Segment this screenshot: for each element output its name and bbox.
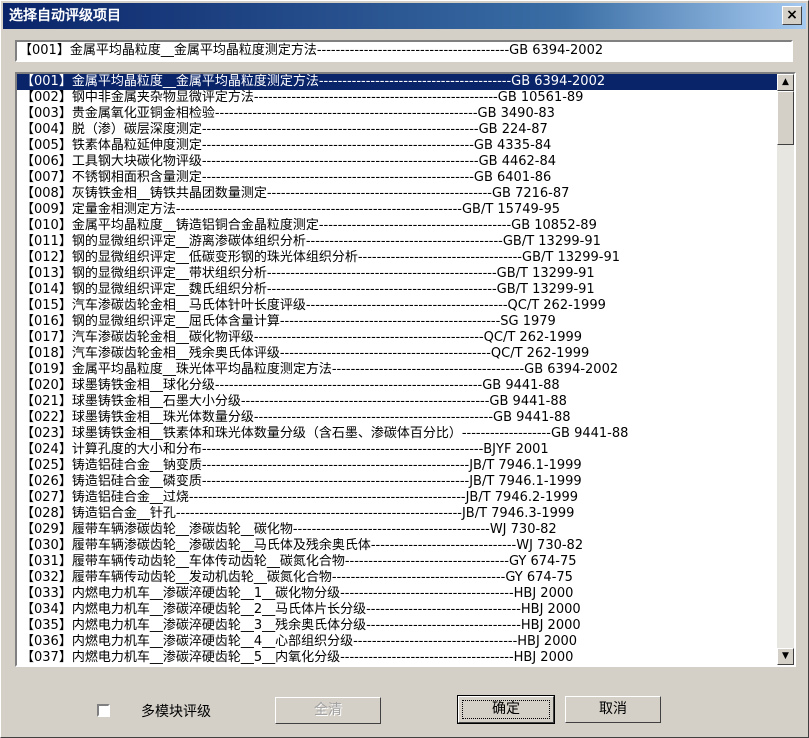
list-item[interactable]: 【027】铸造铝硅合金__过烧-------------------------… bbox=[17, 490, 777, 506]
list-item[interactable]: 【006】工具钢大块碳化物评级-------------------------… bbox=[17, 154, 777, 170]
list-item[interactable]: 【017】汽车渗碳齿轮金相__碳化物评级--------------------… bbox=[17, 330, 777, 346]
list-item[interactable]: 【021】球墨铸铁金相__石墨大小分级---------------------… bbox=[17, 394, 777, 410]
assessment-item-list[interactable]: 【001】金属平均晶粒度__金属平均晶粒度测定方法---------------… bbox=[15, 72, 796, 667]
window-title: 选择自动评级项目 bbox=[9, 8, 121, 24]
list-item[interactable]: 【016】钢的显微组织评定__屈氏体含量计算------------------… bbox=[17, 314, 777, 330]
list-item[interactable]: 【002】钢中非金属夹杂物显微评定方法---------------------… bbox=[17, 90, 777, 106]
list-item[interactable]: 【015】汽车渗碳齿轮金相__马氏体针叶长度评级----------------… bbox=[17, 298, 777, 314]
vertical-scrollbar[interactable]: ▲ ▼ bbox=[777, 74, 794, 665]
list-item[interactable]: 【024】计算孔度的大小和分布-------------------------… bbox=[17, 442, 777, 458]
list-item[interactable]: 【005】铁素体晶粒延伸度测定-------------------------… bbox=[17, 138, 777, 154]
list-item[interactable]: 【013】钢的显微组织评定__带状组织分析-------------------… bbox=[17, 266, 777, 282]
list-item[interactable]: 【007】不锈钢相面积含量测定-------------------------… bbox=[17, 170, 777, 186]
list-item[interactable]: 【037】内燃电力机车__渗碳淬硬齿轮__5__内氧化分级-----------… bbox=[17, 650, 777, 665]
list-item[interactable]: 【008】灰铸铁金相__铸铁共晶团数量测定-------------------… bbox=[17, 186, 777, 202]
cancel-button[interactable]: 取消 bbox=[565, 696, 661, 723]
list-item[interactable]: 【028】铸造铝合金__针孔--------------------------… bbox=[17, 506, 777, 522]
selected-item-field[interactable]: 【001】金属平均晶粒度__金属平均晶粒度测定方法---------------… bbox=[15, 40, 793, 62]
list-item[interactable]: 【035】内燃电力机车__渗碳淬硬齿轮__3__残余奥氏体分级---------… bbox=[17, 618, 777, 634]
list-item[interactable]: 【004】脱（渗）碳层深度测定-------------------------… bbox=[17, 122, 777, 138]
scroll-thumb[interactable] bbox=[777, 91, 794, 145]
list-item[interactable]: 【036】内燃电力机车__渗碳淬硬齿轮__4__心部组织分级----------… bbox=[17, 634, 777, 650]
dialog-window: 选择自动评级项目 × 【001】金属平均晶粒度__金属平均晶粒度测定方法----… bbox=[0, 0, 809, 738]
ok-button[interactable]: 确定 bbox=[457, 695, 555, 724]
scroll-up-icon[interactable]: ▲ bbox=[777, 74, 794, 91]
list-item[interactable]: 【023】球墨铸铁金相__铁素体和珠光体数量分级（含石墨、渗碳体百分比）----… bbox=[17, 426, 777, 442]
list-item[interactable]: 【032】履带车辆传动齿轮__发动机齿轮__碳氮化合物-------------… bbox=[17, 570, 777, 586]
close-button[interactable]: × bbox=[782, 6, 802, 25]
list-item[interactable]: 【031】履带车辆传动齿轮__车体传动齿轮__碳氮化合物------------… bbox=[17, 554, 777, 570]
list-item[interactable]: 【012】钢的显微组织评定__低碳变形钢的珠光体组织分析------------… bbox=[17, 250, 777, 266]
list-item[interactable]: 【025】铸造铝硅合金__钠变质------------------------… bbox=[17, 458, 777, 474]
list-item[interactable]: 【019】金属平均晶粒度__珠光体平均晶粒度测定方法--------------… bbox=[17, 362, 777, 378]
list-item[interactable]: 【026】铸造铝硅合金__磷变质------------------------… bbox=[17, 474, 777, 490]
focus-indicator bbox=[462, 700, 550, 719]
scroll-down-icon[interactable]: ▼ bbox=[777, 648, 794, 665]
list-item[interactable]: 【034】内燃电力机车__渗碳淬硬齿轮__2__马氏体片长分级---------… bbox=[17, 602, 777, 618]
list-item[interactable]: 【033】内燃电力机车__渗碳淬硬齿轮__1__碳化物分级-----------… bbox=[17, 586, 777, 602]
list-item[interactable]: 【003】贵金属氧化亚铜金相检验------------------------… bbox=[17, 106, 777, 122]
list-item[interactable]: 【029】履带车辆渗碳齿轮__渗碳齿轮__碳化物----------------… bbox=[17, 522, 777, 538]
list-item[interactable]: 【014】钢的显微组织评定__魏氏组织分析-------------------… bbox=[17, 282, 777, 298]
list-item[interactable]: 【011】钢的显微组织评定__游离渗碳体组织分析----------------… bbox=[17, 234, 777, 250]
list-item[interactable]: 【018】汽车渗碳齿轮金相__残余奥氏体评级------------------… bbox=[17, 346, 777, 362]
clear-all-button[interactable]: 全清 bbox=[275, 697, 381, 724]
list-item[interactable]: 【010】金属平均晶粒度__铸造铝铜合金晶粒度测定---------------… bbox=[17, 218, 777, 234]
title-bar[interactable]: 选择自动评级项目 × bbox=[3, 3, 806, 29]
list-item[interactable]: 【022】球墨铸铁金相__珠光体数量分级--------------------… bbox=[17, 410, 777, 426]
multi-module-checkbox[interactable] bbox=[97, 704, 110, 717]
list-item[interactable]: 【030】履带车辆渗碳齿轮__渗碳齿轮__马氏体及残余奥氏体----------… bbox=[17, 538, 777, 554]
multi-module-label[interactable]: 多模块评级 bbox=[141, 701, 211, 721]
list-item[interactable]: 【001】金属平均晶粒度__金属平均晶粒度测定方法---------------… bbox=[17, 74, 777, 90]
list-item[interactable]: 【009】定量金相测定方法---------------------------… bbox=[17, 202, 777, 218]
list-item[interactable]: 【020】球墨铸铁金相__球化分级-----------------------… bbox=[17, 378, 777, 394]
multi-module-group: 多模块评级 全清 bbox=[87, 695, 423, 727]
list-rows: 【001】金属平均晶粒度__金属平均晶粒度测定方法---------------… bbox=[17, 74, 777, 665]
